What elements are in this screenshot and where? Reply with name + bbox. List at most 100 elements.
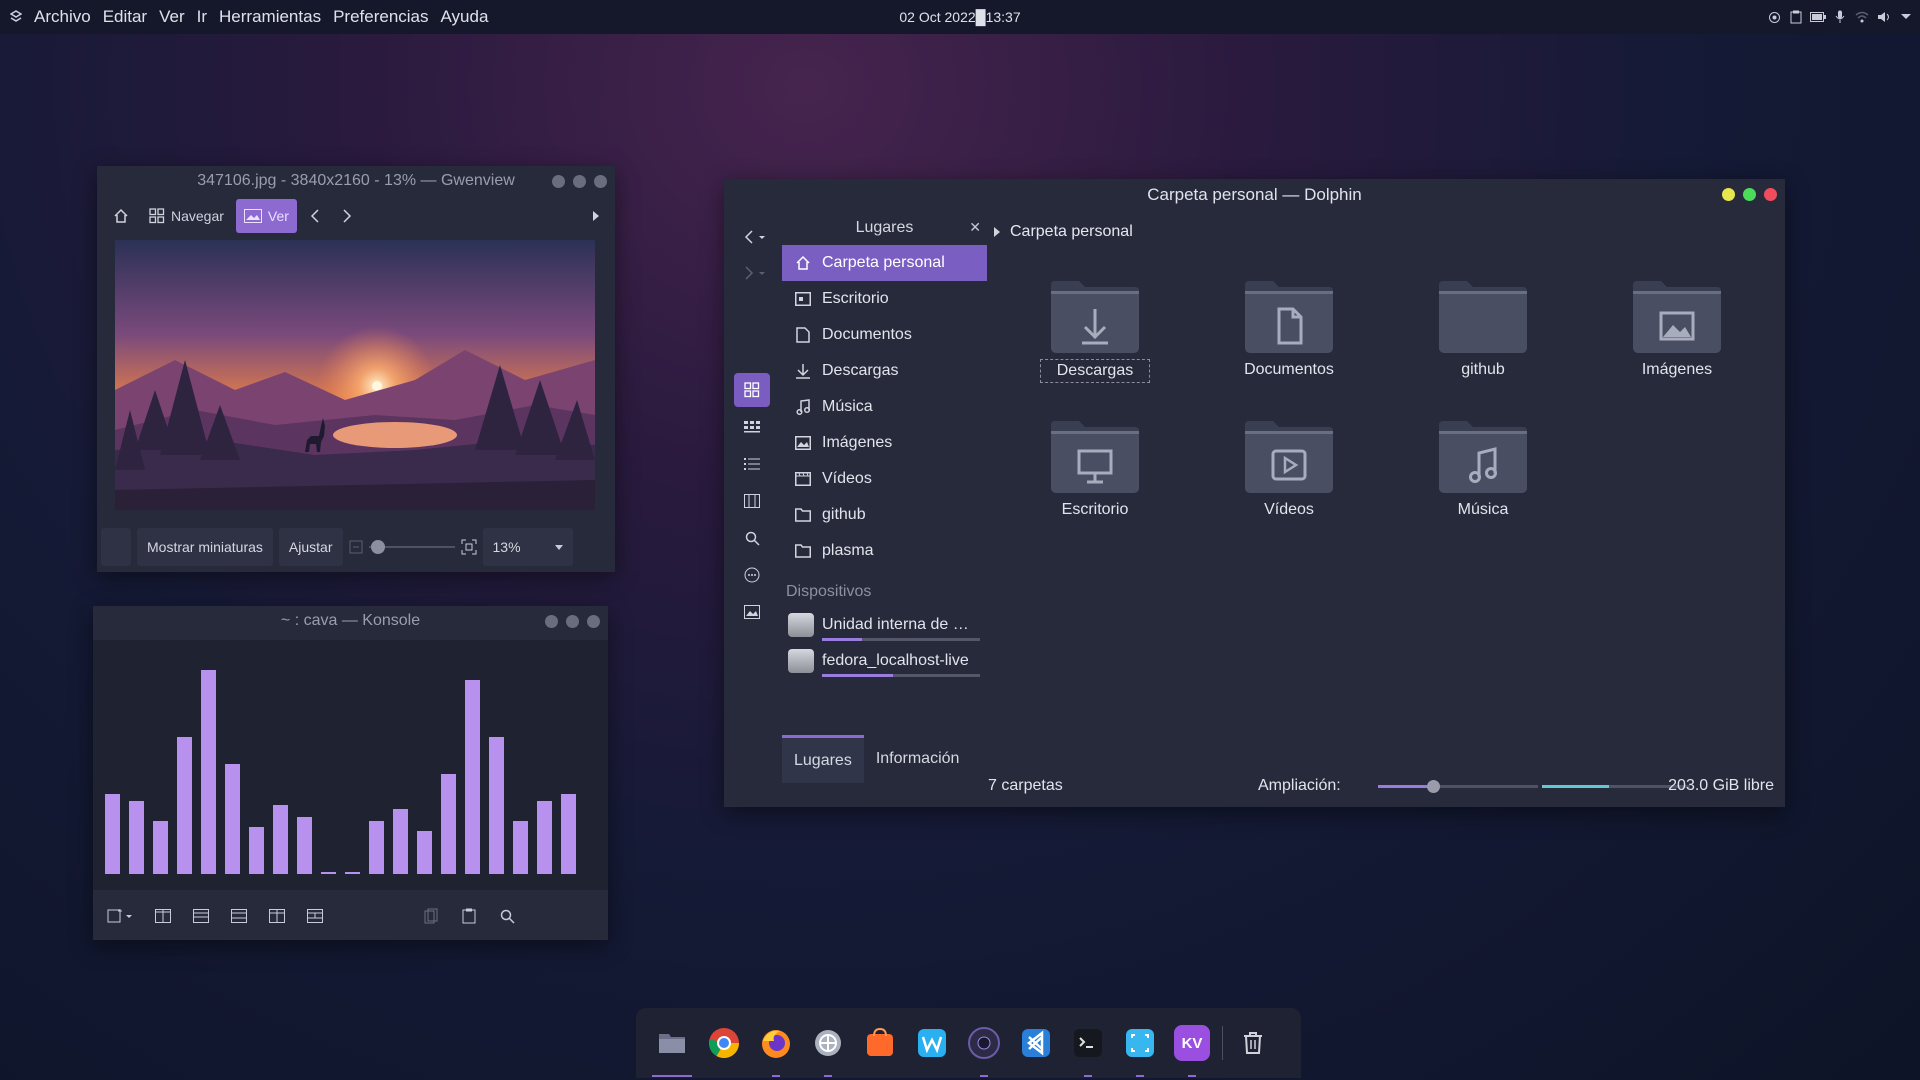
close-button[interactable]: [1764, 188, 1777, 201]
preview-icon[interactable]: [734, 595, 770, 629]
menu-archivo[interactable]: Archivo: [28, 7, 97, 27]
zoom-slider-track[interactable]: [1378, 785, 1538, 788]
place-item[interactable]: plasma: [782, 533, 987, 569]
battery-icon[interactable]: [1810, 9, 1826, 25]
zoom-fit-icon[interactable]: [461, 539, 477, 555]
konsole-titlebar[interactable]: ~ : cava — Konsole: [93, 606, 608, 636]
icons-view-icon[interactable]: [734, 373, 770, 407]
place-item[interactable]: Vídeos: [782, 461, 987, 497]
back-button[interactable]: [738, 219, 774, 255]
folder-item[interactable]: Música: [1428, 421, 1538, 521]
vscode-icon[interactable]: [1018, 1025, 1054, 1061]
folder-item[interactable]: Imágenes: [1622, 281, 1732, 381]
zoom-combo[interactable]: 13%: [482, 528, 573, 566]
previous-button[interactable]: [301, 199, 329, 233]
place-item[interactable]: github: [782, 497, 987, 533]
panel-tabs: Lugares Información: [782, 735, 971, 783]
more-options-icon[interactable]: [734, 558, 770, 592]
sidebar-toggle-button[interactable]: [101, 528, 131, 566]
image-viewer[interactable]: [115, 240, 595, 510]
writer-icon[interactable]: [914, 1025, 950, 1061]
obs-icon[interactable]: [966, 1025, 1002, 1077]
place-item[interactable]: Carpeta personal: [782, 245, 987, 281]
chevron-down-icon[interactable]: [1898, 9, 1914, 25]
clipboard-icon[interactable]: [1788, 9, 1804, 25]
compact-view-icon[interactable]: [734, 410, 770, 444]
place-item[interactable]: Escritorio: [782, 281, 987, 317]
split-top-bottom-icon[interactable]: [191, 906, 211, 926]
screenshot-icon[interactable]: [1122, 1025, 1158, 1077]
close-button[interactable]: [587, 615, 600, 628]
tab-informacion[interactable]: Información: [864, 735, 972, 783]
dolphin-titlebar[interactable]: Carpeta personal — Dolphin: [724, 179, 1785, 211]
copy-icon[interactable]: [421, 906, 441, 926]
zoom-out-icon[interactable]: [349, 540, 363, 554]
breadcrumb-current[interactable]: Carpeta personal: [1010, 223, 1133, 241]
maximize-button[interactable]: [566, 615, 579, 628]
chrome-icon[interactable]: [706, 1025, 742, 1061]
split-rows-icon[interactable]: [305, 906, 325, 926]
device-item[interactable]: Unidad interna de …: [782, 607, 987, 643]
wifi-icon[interactable]: [1854, 9, 1870, 25]
screen-record-icon[interactable]: [1766, 9, 1782, 25]
home-button[interactable]: [105, 199, 137, 233]
zoom-slider-handle[interactable]: [1427, 780, 1440, 793]
folder-item[interactable]: Documentos: [1234, 281, 1344, 381]
terminal-icon[interactable]: [1070, 1025, 1106, 1077]
show-thumbnails-button[interactable]: Mostrar miniaturas: [137, 528, 273, 566]
firefox-icon[interactable]: [758, 1025, 794, 1077]
close-button[interactable]: [594, 175, 607, 188]
close-panel-icon[interactable]: ✕: [969, 219, 981, 236]
view-button[interactable]: Ver: [235, 199, 297, 233]
split-left-right-icon[interactable]: [153, 906, 173, 926]
tab-lugares[interactable]: Lugares: [782, 735, 864, 783]
device-item[interactable]: fedora_localhost-live: [782, 643, 987, 679]
place-item[interactable]: Descargas: [782, 353, 987, 389]
trash-icon[interactable]: [1235, 1025, 1271, 1061]
search-icon[interactable]: [734, 521, 770, 555]
menu-preferencias[interactable]: Preferencias: [327, 7, 434, 27]
gwenview-titlebar[interactable]: 347106.jpg - 3840x2160 - 13% — Gwenview: [97, 166, 615, 196]
folder-item[interactable]: Vídeos: [1234, 421, 1344, 521]
volume-icon[interactable]: [1876, 9, 1892, 25]
menu-ayuda[interactable]: Ayuda: [435, 7, 495, 27]
zoom-slider[interactable]: [368, 540, 455, 554]
place-item[interactable]: Documentos: [782, 317, 987, 353]
split-columns-icon[interactable]: [267, 906, 287, 926]
folder-label: Documentos: [1244, 361, 1334, 378]
new-tab-icon[interactable]: [105, 906, 135, 926]
maximize-button[interactable]: [1743, 188, 1756, 201]
app-launcher-icon[interactable]: [4, 10, 28, 24]
minimize-button[interactable]: [552, 175, 565, 188]
cava-visualizer[interactable]: [93, 640, 608, 890]
folder-label: Vídeos: [1264, 501, 1314, 518]
file-manager-icon[interactable]: [652, 1025, 692, 1077]
more-menu-button[interactable]: [585, 199, 607, 233]
menu-ver[interactable]: Ver: [153, 7, 191, 27]
minimize-button[interactable]: [1722, 188, 1735, 201]
menu-ir[interactable]: Ir: [191, 7, 213, 27]
browse-button[interactable]: Navegar: [141, 199, 232, 233]
fit-button[interactable]: Ajustar: [278, 528, 343, 566]
running-indicator: [1136, 1075, 1144, 1077]
minimize-button[interactable]: [545, 615, 558, 628]
kvantum-icon[interactable]: KV: [1174, 1025, 1210, 1077]
place-item[interactable]: Imágenes: [782, 425, 987, 461]
folder-item[interactable]: Escritorio: [1040, 421, 1150, 521]
paste-icon[interactable]: [459, 906, 479, 926]
folder-item[interactable]: Descargas: [1040, 281, 1150, 383]
microphone-icon[interactable]: [1832, 9, 1848, 25]
details-view-icon[interactable]: [734, 447, 770, 481]
menu-herramientas[interactable]: Herramientas: [213, 7, 327, 27]
software-store-icon[interactable]: [862, 1025, 898, 1061]
settings-icon[interactable]: [810, 1025, 846, 1077]
forward-button[interactable]: [738, 255, 774, 291]
place-item[interactable]: Música: [782, 389, 987, 425]
split-view-icon[interactable]: [229, 906, 249, 926]
next-button[interactable]: [333, 199, 361, 233]
search-icon[interactable]: [497, 906, 517, 926]
split-view-icon[interactable]: [734, 484, 770, 518]
menu-editar[interactable]: Editar: [97, 7, 153, 27]
maximize-button[interactable]: [573, 175, 586, 188]
folder-item[interactable]: github: [1428, 281, 1538, 381]
